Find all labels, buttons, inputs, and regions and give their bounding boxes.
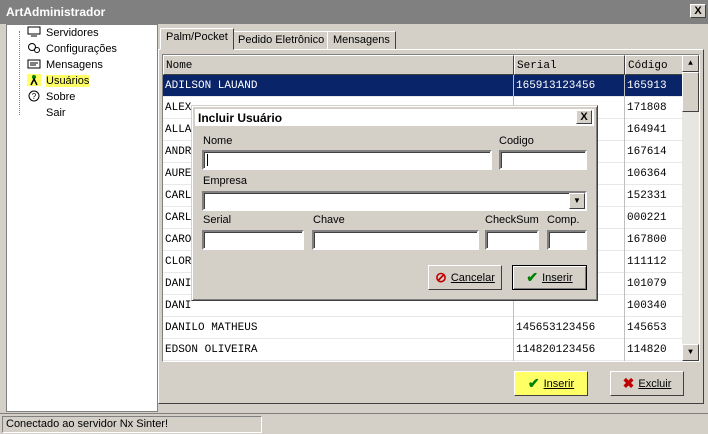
- sidebar-tree: Servidores Configurações Mensagens Usuár…: [6, 24, 158, 412]
- sidebar-item-label: Sobre: [46, 91, 76, 103]
- sidebar-item-configuracoes[interactable]: Configurações: [27, 41, 117, 57]
- status-text: Conectado ao servidor Nx Sinter!: [2, 416, 262, 433]
- sidebar-item-usuarios[interactable]: Usuários: [27, 73, 90, 89]
- app-title: ArtAdministrador: [6, 5, 106, 19]
- exit-icon: [27, 106, 41, 118]
- chave-label: Chave: [313, 214, 345, 226]
- cell-nome: ERIC MAURICIO DA SILVA: [163, 361, 514, 362]
- cell-serial: 145653123456: [514, 317, 625, 339]
- cell-codigo: 000221: [625, 207, 683, 229]
- cell-codigo: 164941: [625, 119, 683, 141]
- insert-button-label: Inserir: [543, 378, 575, 390]
- empresa-label: Empresa: [203, 175, 248, 187]
- table-row[interactable]: ERIC MAURICIO DA SILVA169072123456169072: [163, 361, 683, 362]
- delete-button-label: Excluir: [638, 378, 672, 390]
- table-row[interactable]: EDSON OLIVEIRA 114820123456 114820: [163, 339, 683, 361]
- dialog-title: Incluir Usuário: [198, 111, 283, 125]
- codigo-field[interactable]: [499, 150, 587, 170]
- server-icon: [27, 26, 41, 37]
- sidebar-item-label: Usuários: [46, 75, 90, 87]
- cell-codigo: 152331: [625, 185, 683, 207]
- cell-nome: DANILO MATHEUS: [163, 317, 514, 339]
- serial-field[interactable]: [202, 230, 304, 250]
- sidebar-item-servidores[interactable]: Servidores: [27, 25, 99, 41]
- sidebar-item-label: Servidores: [46, 27, 99, 39]
- cell-serial: 114820123456: [514, 339, 625, 361]
- tree-connector: [19, 31, 20, 115]
- cell-nome: EDSON OLIVEIRA: [163, 339, 514, 361]
- dialog-close-button[interactable]: X: [576, 110, 592, 124]
- checkmark-icon: ✔: [527, 375, 540, 391]
- cell-codigo: 100340: [625, 295, 683, 317]
- sidebar-item-mensagens[interactable]: Mensagens: [27, 57, 103, 73]
- dialog-insert-button-label: Inserir: [542, 272, 573, 284]
- tab-mensagens[interactable]: Mensagens: [327, 31, 396, 50]
- comp-label: Comp.: [547, 214, 580, 226]
- column-header-serial[interactable]: Serial: [514, 55, 625, 75]
- serial-label: Serial: [203, 214, 232, 226]
- grid-header: Nome Serial Código: [163, 55, 683, 75]
- table-row[interactable]: ADILSON LAUAND 165913123456 165913: [163, 75, 683, 97]
- question-icon: ?: [28, 90, 40, 102]
- scroll-up-button[interactable]: ▲: [682, 55, 699, 72]
- tab-pedido-eletronico[interactable]: Pedido Eletrônico: [232, 31, 331, 50]
- cell-serial: 169072123456: [514, 361, 625, 362]
- close-button[interactable]: X: [690, 4, 706, 18]
- cell-codigo: 145653: [625, 317, 683, 339]
- sidebar-item-sair[interactable]: Sair: [27, 105, 66, 121]
- insert-button[interactable]: ✔ Inserir: [514, 371, 588, 396]
- app-window: ArtAdministrador X Servidores Configuraç…: [0, 0, 708, 434]
- dialog-title-bar: Incluir Usuário X: [195, 109, 594, 127]
- sidebar-item-label: Configurações: [46, 43, 117, 55]
- cell-codigo: 165913: [625, 75, 683, 97]
- scroll-thumb[interactable]: [682, 72, 699, 112]
- cell-codigo: 171808: [625, 97, 683, 119]
- sidebar-item-sobre[interactable]: ? Sobre: [27, 89, 75, 105]
- column-header-nome[interactable]: Nome: [163, 55, 514, 75]
- cell-codigo: 167800: [625, 229, 683, 251]
- cell-nome: ADILSON LAUAND: [163, 75, 514, 97]
- vertical-scrollbar[interactable]: ▲ ▼: [682, 55, 699, 361]
- cancel-button[interactable]: ⊘ Cancelar: [428, 265, 502, 290]
- cell-codigo: 101079: [625, 273, 683, 295]
- table-row[interactable]: DANILO MATHEUS 145653123456 145653: [163, 317, 683, 339]
- nome-label: Nome: [203, 135, 233, 147]
- scroll-down-button[interactable]: ▼: [682, 344, 699, 361]
- incluir-usuario-dialog: Incluir Usuário X Nome Codigo Empresa ▼ …: [191, 105, 598, 301]
- checkmark-icon: ✔: [526, 269, 539, 285]
- nome-field[interactable]: [202, 150, 492, 170]
- dialog-insert-button[interactable]: ✔ Inserir: [512, 265, 587, 290]
- checksum-field[interactable]: [485, 230, 539, 250]
- user-icon: [27, 74, 41, 86]
- sidebar-item-label: Sair: [46, 107, 66, 119]
- cell-codigo: 167614: [625, 141, 683, 163]
- svg-text:?: ?: [32, 92, 37, 101]
- status-bar: Conectado ao servidor Nx Sinter!: [0, 413, 708, 434]
- cell-serial: 165913123456: [514, 75, 625, 97]
- checksum-label: CheckSum: [485, 214, 539, 226]
- cancel-button-label: Cancelar: [450, 272, 495, 284]
- comp-field[interactable]: [547, 230, 587, 250]
- codigo-label: Codigo: [499, 135, 534, 147]
- cell-codigo: 169072: [625, 361, 683, 362]
- column-header-codigo[interactable]: Código: [625, 55, 683, 75]
- text-caret: [207, 154, 208, 166]
- cell-codigo: 114820: [625, 339, 683, 361]
- message-icon: [27, 59, 41, 69]
- sidebar-item-label: Mensagens: [46, 59, 103, 71]
- empresa-select[interactable]: ▼: [202, 191, 587, 211]
- gears-icon: [28, 43, 40, 53]
- tab-palm-pocket[interactable]: Palm/Pocket: [160, 28, 234, 50]
- cell-codigo: 106364: [625, 163, 683, 185]
- title-bar: ArtAdministrador X: [0, 0, 708, 24]
- cell-codigo: 111112: [625, 251, 683, 273]
- no-entry-icon: ⊘: [435, 269, 447, 285]
- chave-field[interactable]: [312, 230, 479, 250]
- delete-button[interactable]: ✖ Excluir: [610, 371, 684, 396]
- x-icon: ✖: [622, 375, 635, 391]
- chevron-down-icon[interactable]: ▼: [569, 193, 585, 209]
